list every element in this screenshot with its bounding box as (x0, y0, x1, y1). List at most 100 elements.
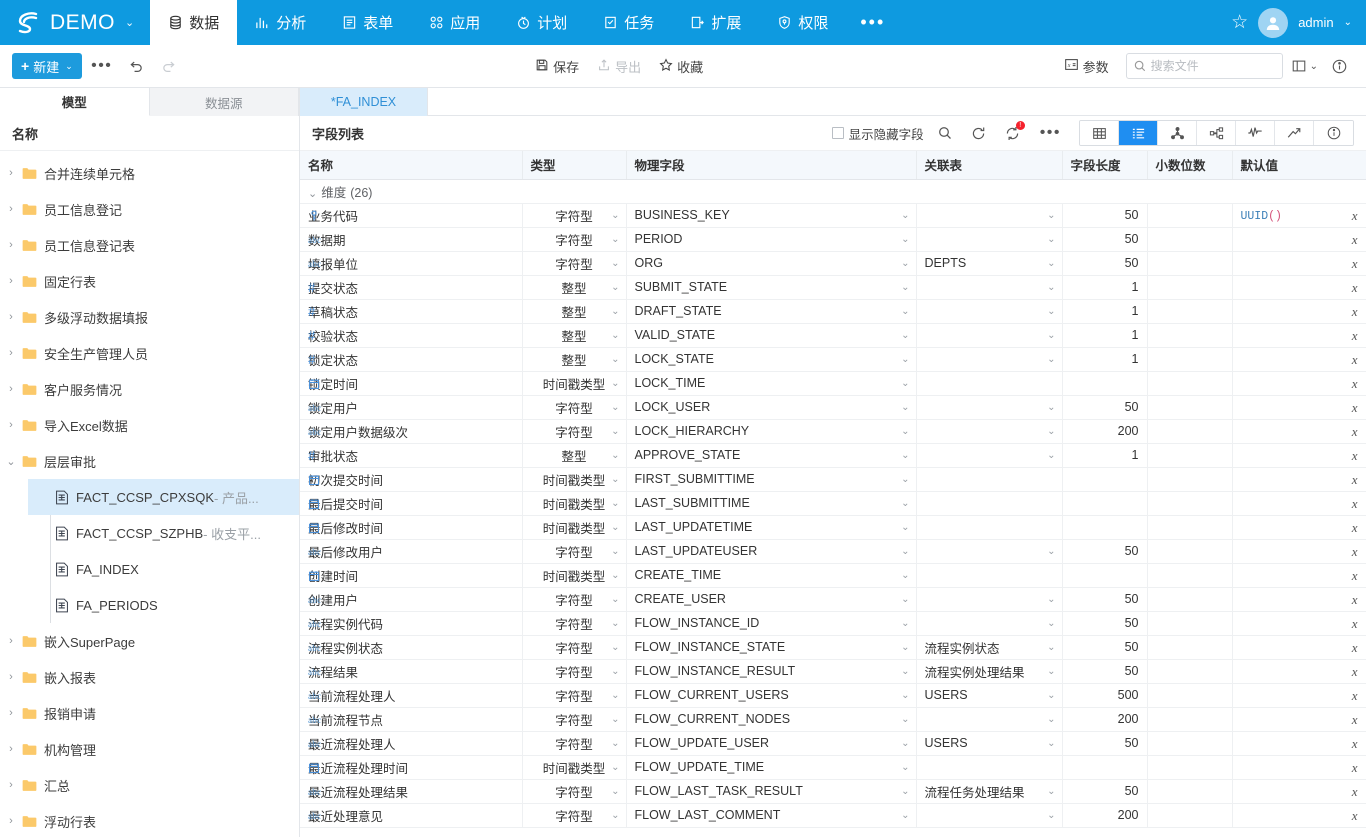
checkbox[interactable] (832, 127, 844, 139)
cell-relation-table[interactable]: USERS⌄ (916, 731, 1062, 755)
tree-folder-14[interactable]: ›浮动行表 (0, 803, 299, 837)
favorite-star-icon[interactable]: ☆ (1231, 13, 1248, 32)
chevron-down-icon[interactable]: ⌄ (1047, 420, 1055, 444)
chevron-down-icon[interactable]: ⌄ (901, 612, 909, 636)
cell-field-type[interactable]: 字符型⌄ (522, 731, 626, 755)
tab-fa-index[interactable]: *FA_INDEX (300, 88, 428, 116)
tab-model[interactable]: 模型 (0, 88, 150, 116)
chevron-down-icon[interactable]: ⌄ (611, 468, 619, 492)
tree-folder-6[interactable]: ›客户服务情况 (0, 371, 299, 407)
remove-row-button[interactable]: x (1352, 420, 1358, 444)
chevron-down-icon[interactable]: ⌄ (611, 324, 619, 348)
cell-field-name[interactable]: abc最近处理意见 (300, 803, 522, 827)
tree-folder-5[interactable]: ›安全生产管理人员 (0, 335, 299, 371)
cell-physical-field[interactable]: DRAFT_STATE⌄ (626, 299, 916, 323)
cell-field-length[interactable] (1062, 467, 1147, 491)
chevron-down-icon[interactable]: ⌄ (901, 300, 909, 324)
cell-field-type[interactable]: 字符型⌄ (522, 419, 626, 443)
search-file-box[interactable] (1126, 53, 1283, 79)
cell-field-length[interactable]: 50 (1062, 203, 1147, 227)
chevron-down-icon[interactable]: ⌄ (1047, 300, 1055, 324)
panel-layout-button[interactable]: ⌄ (1291, 52, 1318, 80)
nav-item-permission[interactable]: 权限 (759, 0, 846, 45)
cell-field-name[interactable]: #提交状态 (300, 275, 522, 299)
cell-default-value[interactable]: x (1232, 803, 1366, 827)
cell-field-length[interactable]: 1 (1062, 323, 1147, 347)
cell-relation-table[interactable]: ⌄ (916, 275, 1062, 299)
tree-folder-13[interactable]: ›汇总 (0, 767, 299, 803)
remove-row-button[interactable]: x (1352, 348, 1358, 372)
cell-field-name[interactable]: abc最后修改用户 (300, 539, 522, 563)
cell-physical-field[interactable]: LAST_UPDATETIME⌄ (626, 515, 916, 539)
chevron-down-icon[interactable]: ⌄ (611, 204, 619, 228)
cell-default-value[interactable]: x (1232, 491, 1366, 515)
cell-default-value[interactable]: x (1232, 227, 1366, 251)
cell-physical-field[interactable]: FIRST_SUBMITTIME⌄ (626, 467, 916, 491)
table-row[interactable]: abc当前流程处理人字符型⌄FLOW_CURRENT_USERS⌄USERS⌄5… (300, 683, 1366, 707)
cell-relation-table[interactable]: ⌄ (916, 803, 1062, 827)
cell-decimal-places[interactable] (1147, 467, 1232, 491)
cell-physical-field[interactable]: APPROVE_STATE⌄ (626, 443, 916, 467)
cell-field-name[interactable]: 业务代码 (300, 203, 522, 227)
cell-field-name[interactable]: abc当前流程处理人 (300, 683, 522, 707)
cell-physical-field[interactable]: LOCK_USER⌄ (626, 395, 916, 419)
remove-row-button[interactable]: x (1352, 396, 1358, 420)
remove-row-button[interactable]: x (1352, 708, 1358, 732)
table-row[interactable]: 初次提交时间时间戳类型⌄FIRST_SUBMITTIME⌄x (300, 467, 1366, 491)
chevron-right-icon[interactable]: › (0, 167, 22, 179)
cell-relation-table[interactable] (916, 755, 1062, 779)
chevron-down-icon[interactable]: ⌄ (1047, 612, 1055, 636)
tree-folder-8[interactable]: ⌄层层审批 (0, 443, 299, 479)
cell-physical-field[interactable]: SUBMIT_STATE⌄ (626, 275, 916, 299)
cell-field-length[interactable] (1062, 755, 1147, 779)
table-row[interactable]: abc数据期字符型⌄PERIOD⌄⌄50x (300, 227, 1366, 251)
cell-decimal-places[interactable] (1147, 731, 1232, 755)
cell-decimal-places[interactable] (1147, 803, 1232, 827)
cell-decimal-places[interactable] (1147, 635, 1232, 659)
cell-field-type[interactable]: 时间戳类型⌄ (522, 755, 626, 779)
cell-field-length[interactable]: 200 (1062, 707, 1147, 731)
cell-field-type[interactable]: 字符型⌄ (522, 251, 626, 275)
remove-row-button[interactable]: x (1352, 540, 1358, 564)
cell-field-type[interactable]: 字符型⌄ (522, 203, 626, 227)
chevron-down-icon[interactable]: ⌄ (901, 204, 909, 228)
chevron-down-icon[interactable]: ⌄ (611, 564, 619, 588)
cell-default-value[interactable]: x (1232, 395, 1366, 419)
cell-field-type[interactable]: 字符型⌄ (522, 227, 626, 251)
cell-field-type[interactable]: 时间戳类型⌄ (522, 563, 626, 587)
chevron-down-icon[interactable]: ⌄ (1047, 276, 1055, 300)
remove-row-button[interactable]: x (1352, 372, 1358, 396)
cell-decimal-places[interactable] (1147, 203, 1232, 227)
field-table-wrapper[interactable]: 名称 类型 物理字段 关联表 字段长度 小数位数 默认值 ⌄维度(26)业务代码… (300, 151, 1366, 837)
cell-field-type[interactable]: 整型⌄ (522, 299, 626, 323)
cell-field-type[interactable]: 字符型⌄ (522, 803, 626, 827)
cell-decimal-places[interactable] (1147, 347, 1232, 371)
chevron-down-icon[interactable]: ⌄ (901, 564, 909, 588)
tree-folder-11[interactable]: ›报销申请 (0, 695, 299, 731)
chevron-down-icon[interactable]: ⌄ (1047, 660, 1055, 684)
remove-row-button[interactable]: x (1352, 204, 1358, 228)
table-row[interactable]: abc填报单位字符型⌄ORG⌄DEPTS⌄50x (300, 251, 1366, 275)
table-row[interactable]: abc当前流程节点字符型⌄FLOW_CURRENT_NODES⌄⌄200x (300, 707, 1366, 731)
cell-field-length[interactable]: 50 (1062, 539, 1147, 563)
cell-field-length[interactable]: 1 (1062, 275, 1147, 299)
cell-decimal-places[interactable] (1147, 563, 1232, 587)
cell-decimal-places[interactable] (1147, 299, 1232, 323)
cell-relation-table[interactable]: ⌄ (916, 539, 1062, 563)
field-group-cell[interactable]: ⌄维度(26) (300, 179, 1366, 203)
cell-field-name[interactable]: abc锁定用户数据级次 (300, 419, 522, 443)
chevron-down-icon[interactable]: ⌄ (1344, 17, 1352, 28)
tree-folder-7[interactable]: ›导入Excel数据 (0, 407, 299, 443)
cell-field-length[interactable]: 50 (1062, 779, 1147, 803)
table-row[interactable]: abc最近处理意见字符型⌄FLOW_LAST_COMMENT⌄⌄200x (300, 803, 1366, 827)
chevron-right-icon[interactable]: › (0, 743, 22, 755)
nav-item-task[interactable]: 任务 (585, 0, 672, 45)
remove-row-button[interactable]: x (1352, 564, 1358, 588)
cell-field-type[interactable]: 字符型⌄ (522, 683, 626, 707)
cell-field-name[interactable]: abc填报单位 (300, 251, 522, 275)
cell-field-length[interactable]: 50 (1062, 251, 1147, 275)
chevron-down-icon[interactable]: ⌄ (901, 444, 909, 468)
chevron-down-icon[interactable]: ⌄ (0, 455, 22, 468)
chevron-down-icon[interactable]: ⌄ (611, 276, 619, 300)
remove-row-button[interactable]: x (1352, 612, 1358, 636)
